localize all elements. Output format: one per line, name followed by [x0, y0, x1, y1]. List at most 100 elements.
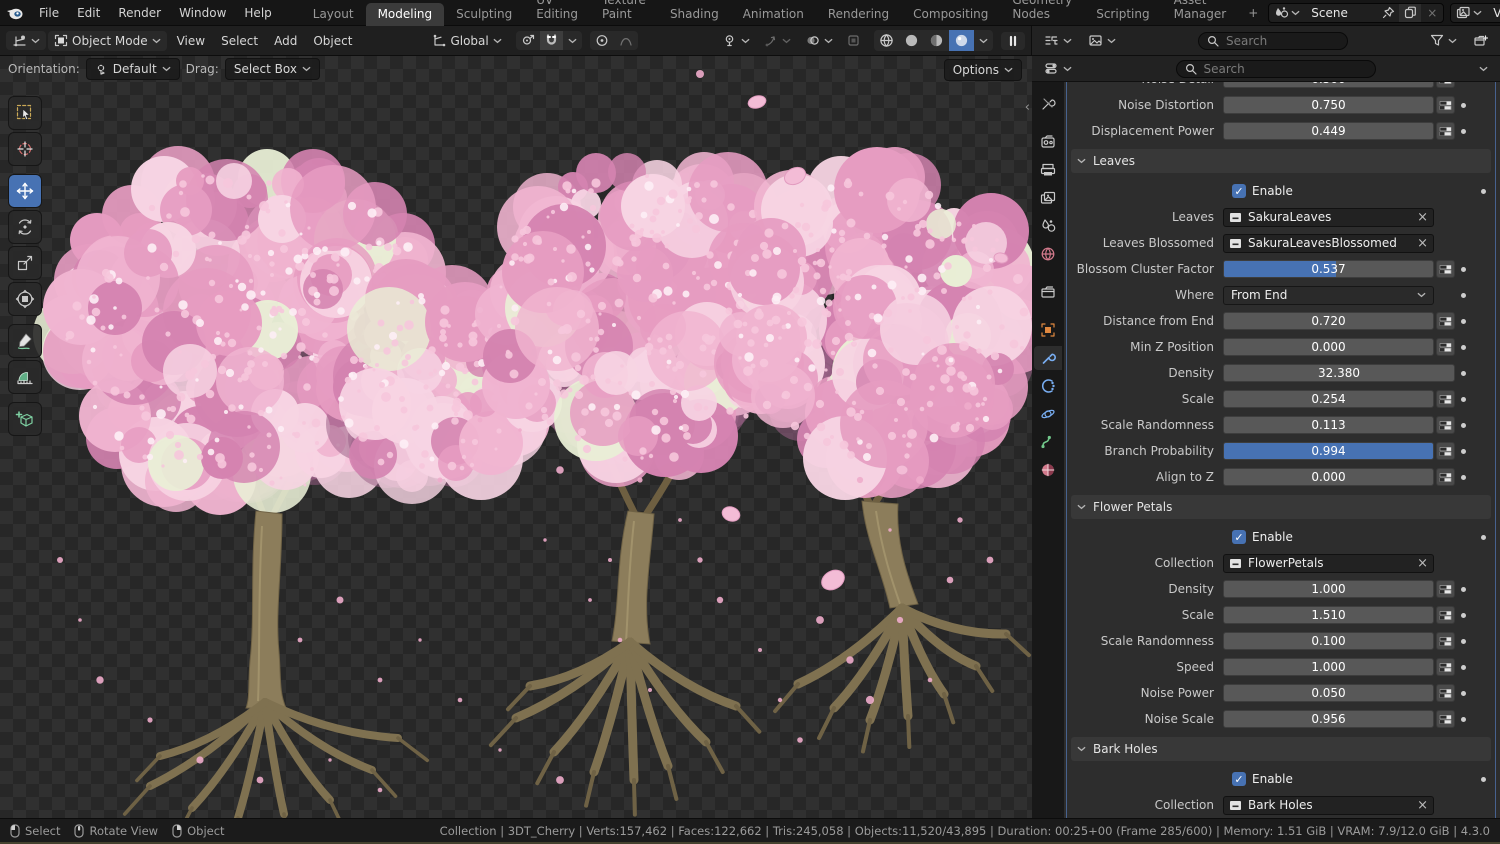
- wireframe-shading-icon[interactable]: [874, 30, 899, 51]
- workspace-tab-texture-paint[interactable]: Texture Paint: [590, 0, 658, 26]
- density-field[interactable]: 32.380: [1223, 364, 1455, 382]
- section-bark-holes[interactable]: Bark Holes: [1071, 737, 1491, 761]
- mode-dropdown[interactable]: Object Mode: [48, 31, 167, 51]
- input-attribute-toggle-icon[interactable]: [1436, 684, 1455, 702]
- collection-collection-field[interactable]: FlowerPetals×: [1223, 554, 1434, 573]
- input-attribute-toggle-icon[interactable]: [1436, 122, 1455, 140]
- overlays-dropdown[interactable]: [799, 31, 839, 50]
- menu-window[interactable]: Window: [170, 3, 235, 23]
- noise-detail-field[interactable]: 0.500: [1223, 82, 1434, 88]
- input-attribute-toggle-icon[interactable]: [1436, 606, 1455, 624]
- solid-shading-icon[interactable]: [899, 30, 924, 51]
- annotate-tool[interactable]: [8, 324, 42, 358]
- rotate-tool[interactable]: [8, 210, 42, 244]
- properties-icon[interactable]: [1038, 59, 1078, 78]
- workspace-tab-shading[interactable]: Shading: [658, 3, 731, 26]
- copy-icon[interactable]: [1399, 4, 1421, 22]
- workspace-tab-rendering[interactable]: Rendering: [816, 3, 901, 26]
- orientation-default-dropdown[interactable]: Default: [86, 58, 180, 80]
- snap-dropdown[interactable]: [563, 35, 582, 47]
- close-icon[interactable]: ×: [1417, 556, 1428, 571]
- blender-logo-icon[interactable]: [6, 4, 24, 22]
- properties-search[interactable]: [1176, 60, 1376, 78]
- close-icon[interactable]: ×: [1417, 236, 1428, 251]
- input-attribute-toggle-icon[interactable]: [1436, 632, 1455, 650]
- viewport-menu-add[interactable]: Add: [266, 31, 305, 51]
- input-attribute-toggle-icon[interactable]: [1436, 96, 1455, 114]
- scene-name[interactable]: Scene: [1305, 6, 1377, 20]
- scale-randomness-field[interactable]: 0.100: [1223, 632, 1434, 650]
- outliner-search[interactable]: [1198, 32, 1348, 50]
- noise-distortion-field[interactable]: 0.750: [1223, 96, 1434, 114]
- rendered-shading-icon[interactable]: [949, 30, 974, 51]
- workspace-tab-compositing[interactable]: Compositing: [901, 3, 1000, 26]
- decorator-dot-icon[interactable]: [1461, 397, 1466, 402]
- min-z-position-field[interactable]: 0.000: [1223, 338, 1434, 356]
- branch-probability-field[interactable]: 0.994: [1223, 442, 1434, 460]
- input-attribute-toggle-icon[interactable]: [1436, 416, 1455, 434]
- decorator-dot-icon[interactable]: [1461, 423, 1466, 428]
- viewport-menu-object[interactable]: Object: [305, 31, 360, 51]
- noise-power-field[interactable]: 0.050: [1223, 684, 1434, 702]
- decorator-dot-icon[interactable]: [1461, 267, 1466, 272]
- speed-field[interactable]: 1.000: [1223, 658, 1434, 676]
- input-attribute-toggle-icon[interactable]: [1436, 710, 1455, 728]
- scale-randomness-field[interactable]: 0.113: [1223, 416, 1434, 434]
- input-attribute-toggle-icon[interactable]: [1436, 468, 1455, 486]
- scale-field[interactable]: 0.254: [1223, 390, 1434, 408]
- workspace-tab-uv-editing[interactable]: UV Editing: [524, 0, 590, 26]
- funnel-icon[interactable]: [1424, 31, 1463, 50]
- close-icon[interactable]: ×: [1417, 798, 1428, 813]
- close-icon[interactable]: ×: [1417, 210, 1428, 225]
- decorator-dot-icon[interactable]: [1461, 665, 1466, 670]
- outliner-display-mode-icon[interactable]: [1038, 31, 1078, 50]
- workspace-tab-animation[interactable]: Animation: [731, 3, 816, 26]
- menu-edit[interactable]: Edit: [68, 3, 109, 23]
- section-flower-petals[interactable]: Flower Petals: [1071, 495, 1491, 519]
- workspace-tab-scripting[interactable]: Scripting: [1084, 3, 1161, 26]
- properties-search-input[interactable]: [1202, 61, 1367, 77]
- enable-checkbox[interactable]: ✓: [1232, 530, 1246, 544]
- workspace-tab-geometry-nodes[interactable]: Geometry Nodes: [1000, 0, 1084, 26]
- properties-options-dropdown[interactable]: [1473, 63, 1494, 75]
- viewport-3d[interactable]: Orientation: Default Drag: Select Box Op…: [0, 56, 1032, 818]
- properties-tab-material[interactable]: [1034, 458, 1062, 482]
- scene-browse-button[interactable]: [1269, 4, 1305, 22]
- enable-checkbox[interactable]: ✓: [1232, 184, 1246, 198]
- material-preview-shading-icon[interactable]: [924, 30, 949, 51]
- decorator-dot-icon[interactable]: [1461, 103, 1466, 108]
- menu-help[interactable]: Help: [235, 3, 280, 23]
- workspace-tab-layout[interactable]: Layout: [301, 3, 366, 26]
- magnet-icon[interactable]: [540, 31, 563, 50]
- distance-from-end-field[interactable]: 0.720: [1223, 312, 1434, 330]
- properties-tab-output[interactable]: [1034, 158, 1062, 182]
- where-dropdown[interactable]: From End: [1223, 286, 1434, 305]
- decorator-dot-icon[interactable]: [1461, 345, 1466, 350]
- collection-collection-field[interactable]: Bark Holes×: [1223, 796, 1434, 815]
- decorator-dot-icon[interactable]: [1481, 777, 1486, 782]
- scale-field[interactable]: 1.510: [1223, 606, 1434, 624]
- properties-tab-render[interactable]: [1034, 130, 1062, 154]
- menu-file[interactable]: File: [30, 3, 68, 23]
- properties-tab-view-layer[interactable]: [1034, 186, 1062, 210]
- blossom-cluster-factor-field[interactable]: 0.537: [1223, 260, 1434, 278]
- decorator-dot-icon[interactable]: [1461, 587, 1466, 592]
- decorator-dot-icon[interactable]: [1461, 449, 1466, 454]
- viewport-menu-select[interactable]: Select: [213, 31, 266, 51]
- filter-image-icon[interactable]: [1082, 31, 1122, 50]
- add-workspace-button[interactable]: +: [1240, 4, 1266, 22]
- decorator-dot-icon[interactable]: [1461, 639, 1466, 644]
- viewlayer-name[interactable]: ViewLayer: [1487, 6, 1500, 20]
- menu-render[interactable]: Render: [109, 3, 170, 23]
- decorator-dot-icon[interactable]: [1461, 613, 1466, 618]
- properties-tab-scene[interactable]: [1034, 214, 1062, 238]
- properties-tab-particles[interactable]: [1034, 374, 1062, 398]
- input-attribute-toggle-icon[interactable]: [1436, 442, 1455, 460]
- decorator-dot-icon[interactable]: [1481, 189, 1486, 194]
- decorator-dot-icon[interactable]: [1461, 475, 1466, 480]
- input-attribute-toggle-icon[interactable]: [1436, 658, 1455, 676]
- workspace-tab-modeling[interactable]: Modeling: [366, 3, 445, 26]
- workspace-tab-asset-manager[interactable]: Asset Manager: [1162, 0, 1239, 26]
- density-field[interactable]: 1.000: [1223, 580, 1434, 598]
- options-dropdown[interactable]: Options: [944, 59, 1022, 81]
